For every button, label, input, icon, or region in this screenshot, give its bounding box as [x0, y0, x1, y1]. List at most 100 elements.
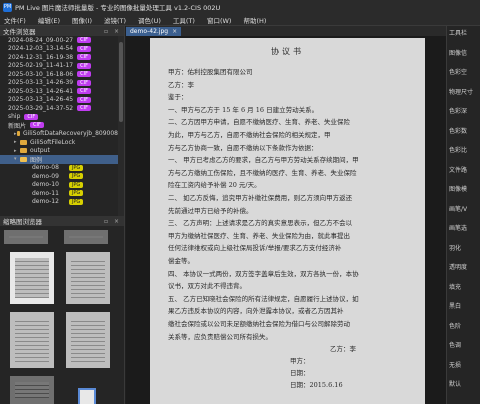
file-label: demo-10 [32, 181, 59, 189]
document-text-line: 甲方： [290, 357, 310, 366]
panel-controls[interactable]: ▫ × [104, 218, 121, 225]
menu-image[interactable]: 图像(I) [72, 15, 92, 25]
property-row[interactable]: 色阶 [449, 321, 461, 330]
file-item[interactable]: demo-11 JPG [0, 189, 118, 198]
tree-item[interactable]: 2025-02-19_11-41-17 CIF [0, 62, 118, 71]
tree-item[interactable]: 2025-03-13_14-26-41 CIF [0, 87, 118, 96]
folder-item[interactable]: ▾ 图例 [0, 155, 118, 164]
folder-item[interactable]: ▸ GiliSoftDataRecoveryjb_809008 [0, 130, 118, 139]
thumbnail[interactable] [4, 230, 48, 244]
file-tree[interactable]: 2024-08-24_09-00-27 CIF 2024-12-03_13-14-5… [0, 36, 118, 216]
property-row[interactable]: 色彩深 [449, 106, 467, 115]
document-text-line: 一、甲方与乙方于 15 年 6 月 16 日建立劳动关系。 [168, 105, 319, 114]
document-text-line: 为此，甲方与乙方，自愿不缴纳社会保险的相关规定，甲 [168, 131, 331, 139]
document-text-line: 鉴于： [168, 93, 188, 102]
property-row[interactable]: 色彩比 [449, 145, 467, 154]
property-row[interactable]: 图像信 [449, 48, 467, 57]
folder-label: GiliSoftDataRecoveryjb_809008 [22, 130, 118, 138]
property-row[interactable]: 色彩数 [449, 126, 467, 135]
menu-filter[interactable]: 滤镜(T) [104, 15, 126, 25]
thumbnail-lines [69, 236, 103, 238]
tree-item-label: 新图片 [8, 122, 27, 130]
tree-item[interactable]: 2025-03-13_14-26-45 CIF [0, 96, 118, 105]
document-text-line: 甲方：佑利控股集团有限公司 [168, 68, 253, 76]
folder-icon [20, 156, 27, 162]
thumbnail-lines [9, 236, 43, 238]
document-tab[interactable]: demo-42.jpg × [126, 27, 182, 36]
document-text-line: 缴社会保险或以公司未足额缴纳社会保险为借口与公司解除劳动 [168, 320, 350, 328]
tree-item[interactable]: 2024-08-24_09-00-27 CIF [0, 36, 118, 45]
property-row[interactable]: 色调 [449, 340, 461, 349]
file-type-badge: JPG [68, 181, 84, 188]
file-type-badge: CIF [24, 113, 39, 120]
property-row[interactable]: 黑白 [449, 301, 461, 310]
tree-item[interactable]: 2024-12-31_16-19-38 CIF [0, 53, 118, 62]
file-item[interactable]: demo-09 JPG [0, 172, 118, 181]
tree-item[interactable]: ship CIF [0, 113, 118, 122]
folder-item[interactable]: ▸ GiliSoftFileLock [0, 138, 118, 147]
panel-controls[interactable]: ▫ × [104, 28, 121, 35]
tree-item[interactable]: 2025-03-13_14-26-39 CIF [0, 79, 118, 88]
property-row[interactable]: 羽化 [449, 243, 461, 252]
thumbnail[interactable] [66, 312, 110, 368]
thumbnail-lines [15, 318, 49, 362]
document-text-line: 五、 乙方已知晓社会保险的所有法律规定，自愿履行上述协议，如 [168, 294, 359, 303]
document-text-line: 日期： [290, 369, 310, 378]
document-text-line: 四、 本协议一式两份，双方签字盖章后生效，双方各执一份，本协 [168, 269, 359, 278]
file-item[interactable]: demo-12 JPG [0, 198, 118, 207]
menu-edit[interactable]: 编辑(E) [38, 15, 60, 25]
property-row[interactable]: 画笔/V [449, 204, 467, 213]
thumbnail[interactable] [10, 312, 54, 368]
tree-item[interactable]: 2024-12-03_13-14-54 CIF [0, 45, 118, 54]
menu-tools[interactable]: 工具(T) [173, 15, 195, 25]
menu-help[interactable]: 帮助(H) [243, 15, 266, 25]
tree-item-label: 2024-08-24_09-00-27 [8, 36, 74, 44]
tree-item[interactable]: 2025-03-10_16-18-06 CIF [0, 70, 118, 79]
thumbnail[interactable] [66, 252, 110, 304]
property-row[interactable]: 无损 [449, 360, 461, 369]
tree-item-label: 2025-02-19_11-41-17 [8, 62, 74, 70]
properties-panel: 工具栏图像信色彩空物理尺寸色彩深色彩数色彩比文件路图像模画笔/V 画笔选羽化透明度… [446, 26, 480, 404]
document-text-line: 二、乙方因甲方申请，自愿不缴纳医疗、生育、养老、失业保险 [168, 118, 350, 127]
property-row[interactable]: 画笔选 [449, 223, 467, 232]
document-text-line: 乙方：李 [168, 80, 194, 89]
file-type-badge: CIF [77, 105, 91, 112]
property-row[interactable]: 物理尺寸 [449, 87, 473, 96]
property-row[interactable]: 填充 [449, 282, 461, 291]
document-text-line: 偿金等。 [168, 257, 194, 265]
thumbnail[interactable] [64, 230, 108, 244]
file-item[interactable]: demo-10 JPG [0, 181, 118, 190]
app-logo-icon: PM [3, 2, 12, 12]
file-item[interactable]: demo-08 JPG [0, 164, 118, 173]
folder-item[interactable]: ▸ output [0, 147, 118, 156]
property-row[interactable]: 图像模 [449, 184, 467, 193]
tree-item[interactable]: 2025-03-29_14-37-52 CIF [0, 104, 118, 113]
document-image[interactable]: 协议书 甲方：佑利控股集团有限公司 乙方：李 鉴于： 一、甲方与乙方于 15 年 6 … [150, 38, 425, 404]
thumbnail[interactable] [10, 376, 54, 404]
close-icon[interactable]: × [172, 28, 177, 35]
image-canvas-area: demo-42.jpg × 协议书 甲方：佑利控股集团有限公司 乙方：李 鉴于： 一、… [126, 26, 446, 404]
property-row[interactable]: 透明度 [449, 262, 467, 271]
document-text-line: 方与乙方缴纳工伤保险，且不缴纳的医疗、生育、养老、失业保险 [168, 168, 357, 177]
thumbnail-selected[interactable] [78, 388, 96, 404]
menu-adjust[interactable]: 调色(U) [138, 15, 161, 25]
scrollbar-thumb[interactable] [119, 42, 123, 122]
file-type-badge: CIF [30, 122, 44, 129]
tree-item[interactable]: 新图片 CIF [0, 121, 118, 130]
file-type-badge: JPG [68, 190, 84, 197]
document-text-line: 日期：2015.6.16 [290, 381, 343, 390]
menu-window[interactable]: 窗口(W) [207, 15, 232, 25]
folder-label: GiliSoftFileLock [30, 138, 76, 146]
tree-item-label: 2025-03-10_16-18-06 [8, 70, 74, 78]
menu-file[interactable]: 文件(F) [4, 15, 26, 25]
document-text-line: 三、 乙方声明：上述请求是乙方的真实意思表示，但乙方不会以 [168, 219, 353, 228]
property-row[interactable]: 文件路 [449, 165, 467, 174]
file-browser-title: 文件浏览器 [3, 28, 36, 36]
file-label: demo-08 [32, 164, 59, 172]
folder-icon [20, 139, 27, 145]
thumbnail[interactable] [10, 252, 54, 304]
property-row[interactable]: 默认 [449, 379, 461, 388]
property-row[interactable]: 色彩空 [449, 67, 467, 76]
file-tree-scrollbar[interactable] [118, 36, 124, 216]
property-row[interactable]: 工具栏 [449, 28, 467, 37]
